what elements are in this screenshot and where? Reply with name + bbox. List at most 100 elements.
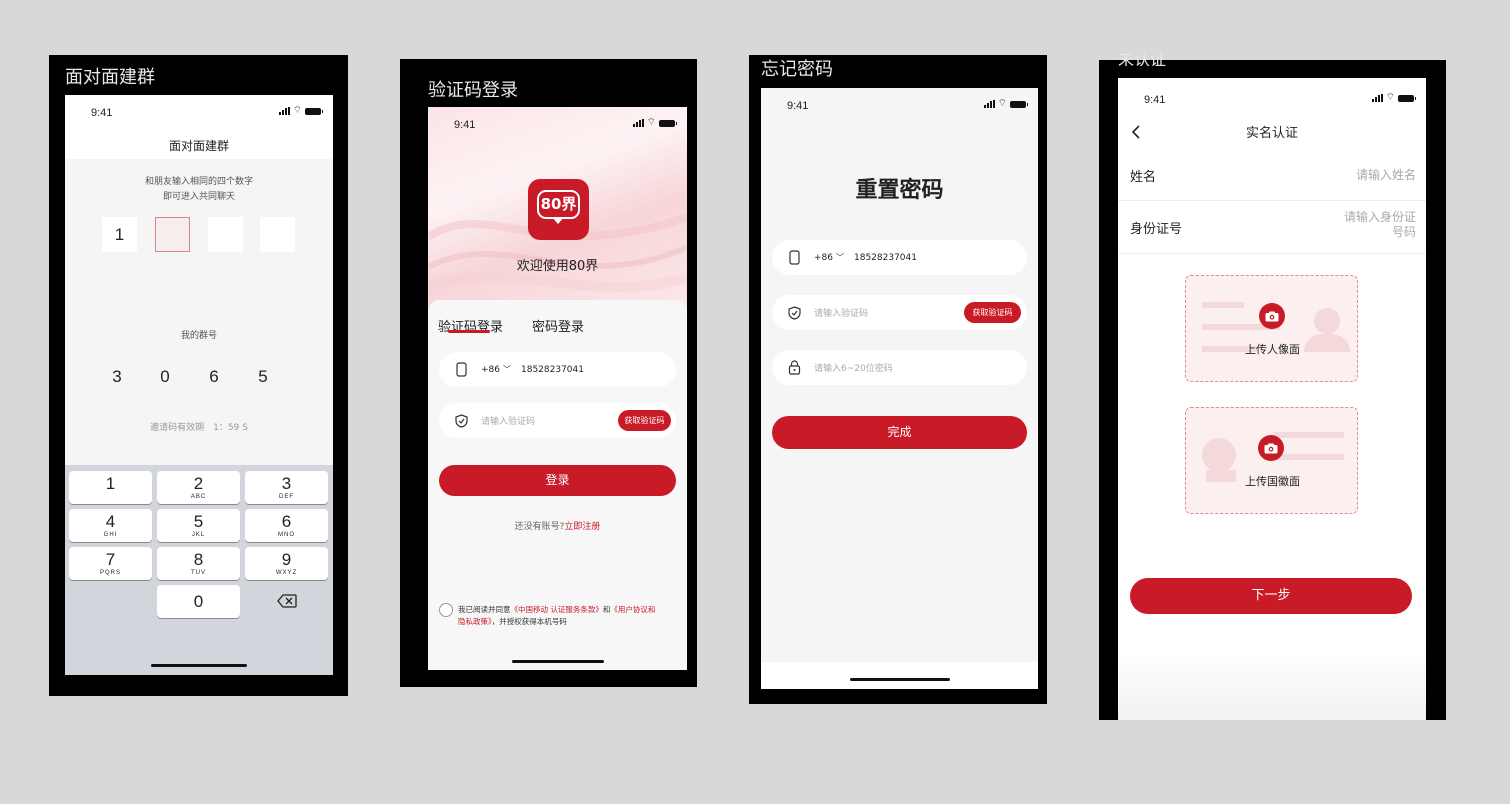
home-indicator <box>151 664 247 667</box>
battery-icon <box>1398 94 1416 102</box>
status-bar: 9:41 ⌔ <box>428 115 687 135</box>
key-4[interactable]: 4 GHI <box>69 509 152 542</box>
key-7[interactable]: 7 PQRS <box>69 547 152 580</box>
chevron-down-icon[interactable]: ﹀ <box>503 364 511 375</box>
privacy-link[interactable]: 《用户协议和 <box>610 605 655 614</box>
page-title: 实名认证 <box>1245 126 1298 141</box>
screen-forgot-password: 9:41 ⌔ 重置密码 +86 ﹀ 18528237041 请输入验证码 获取验… <box>761 88 1038 689</box>
code-box-3[interactable] <box>208 217 243 252</box>
page-title: 面对面建群 <box>168 139 229 153</box>
phone-value: 18528237041 <box>521 364 584 375</box>
frame-title: 忘记密码 <box>761 59 833 80</box>
new-password-field[interactable]: 请输入6~20位密码 <box>772 350 1027 385</box>
divider <box>1118 200 1426 201</box>
home-indicator <box>512 660 604 663</box>
phone-icon <box>453 362 469 378</box>
status-time: 9:41 <box>787 100 809 112</box>
battery-icon <box>305 107 323 115</box>
status-bar: 9:41 ⌔ <box>1118 90 1426 110</box>
upload-emblem-card[interactable]: 上传国徽面 <box>1185 407 1358 514</box>
frame-title: 面对面建群 <box>65 67 155 88</box>
carrier-terms-link[interactable]: 《中国移动 认证服务条款》 <box>511 605 603 614</box>
key-5[interactable]: 5 JKL <box>157 509 240 542</box>
chevron-down-icon[interactable]: ﹀ <box>836 252 844 263</box>
signal-icon <box>632 119 644 127</box>
key-0[interactable]: 0 <box>157 585 240 618</box>
group-digit: 5 <box>258 367 268 386</box>
phone-field[interactable]: +86 ﹀ 18528237041 <box>439 352 676 387</box>
frame-unverified: 未认证 9:41 ⌔ 实名认证 姓名 请输入姓名 身份证号 请输入身份证号码 <box>1099 54 1446 720</box>
password-placeholder: 请输入6~20位密码 <box>814 364 893 374</box>
get-code-button[interactable]: 获取验证码 <box>618 410 671 431</box>
phone-field[interactable]: +86 ﹀ 18528237041 <box>772 240 1027 275</box>
status-time: 9:41 <box>1144 94 1166 106</box>
logo-text: 80界 <box>540 195 577 213</box>
upload-emblem-label: 上传国徽面 <box>1245 475 1300 488</box>
hint-line-2: 即可进入共同聊天 <box>162 192 235 202</box>
code-placeholder: 请输入验证码 <box>481 417 536 427</box>
battery-icon <box>659 119 677 127</box>
id-label: 身份证号 <box>1130 222 1183 237</box>
wifi-icon: ⌔ <box>1385 92 1395 103</box>
key-2[interactable]: 2 ABC <box>157 471 240 504</box>
divider <box>1118 253 1426 254</box>
name-input[interactable]: 请输入姓名 <box>1356 166 1416 183</box>
validity-text: 邀请码有效期 1：59 S <box>150 423 248 433</box>
shield-icon <box>786 305 802 321</box>
code-placeholder: 请输入验证码 <box>814 309 869 319</box>
phone-value: 18528237041 <box>854 252 917 263</box>
register-link[interactable]: 立即注册 <box>564 522 600 532</box>
backspace-icon[interactable] <box>277 593 297 608</box>
page-heading: 重置密码 <box>855 178 944 203</box>
key-3[interactable]: 3 DEF <box>245 471 328 504</box>
next-step-button[interactable]: 下一步 <box>1130 578 1412 614</box>
tab-active-indicator <box>448 330 490 333</box>
group-digit: 3 <box>112 367 122 386</box>
tab-password-login[interactable]: 密码登录 <box>532 316 584 335</box>
frame-forgot-password: 忘记密码 9:41 ⌔ 重置密码 +86 ﹀ 18528237041 请输入验证… <box>749 55 1047 704</box>
country-code[interactable]: +86 <box>481 365 500 375</box>
login-button[interactable]: 登录 <box>439 465 676 496</box>
upload-portrait-card[interactable]: 上传人像面 <box>1185 275 1358 382</box>
key-6[interactable]: 6 MNO <box>245 509 328 542</box>
status-time: 9:41 <box>91 107 113 119</box>
status-time: 9:41 <box>454 119 476 131</box>
signal-icon <box>278 107 290 115</box>
battery-icon <box>1010 100 1028 108</box>
key-1[interactable]: 1 <box>69 471 152 504</box>
group-digit: 0 <box>160 367 170 386</box>
screen-face-to-face: 9:41 ⌔ 面对面建群 和朋友输入相同的四个数字 即可进入共同聊天 1 我的群… <box>65 95 333 675</box>
done-button[interactable]: 完成 <box>772 416 1027 449</box>
upload-portrait-label: 上传人像面 <box>1245 343 1300 356</box>
wifi-icon: ⌔ <box>997 98 1007 109</box>
wifi-icon: ⌔ <box>292 105 302 116</box>
camera-icon <box>1258 435 1284 461</box>
key-9[interactable]: 9 WXYZ <box>245 547 328 580</box>
group-digit: 6 <box>209 367 219 386</box>
code-box-2[interactable] <box>155 217 190 252</box>
frame-title: 未认证 <box>1118 54 1167 66</box>
signal-icon <box>1371 94 1383 102</box>
status-bar: 9:41 ⌔ <box>65 103 333 123</box>
numeric-keypad: 1 2 ABC 3 DEF 4 GHI 5 JKL 6 MNO 7 PQRS 8 TUV 9W… <box>65 465 333 675</box>
frame-sms-login: 验证码登录 9:41 ⌔ 80界 欢迎使用80界 验证码登录 密码登录 +86 … <box>400 59 697 687</box>
shield-icon <box>453 413 469 429</box>
agreement-text: 我已阅读并同意《中国移动 认证服务条款》和《用户协议和 隐私政策》，并授权获得本机… <box>458 605 656 626</box>
screen-real-name-auth: 9:41 ⌔ 实名认证 姓名 请输入姓名 身份证号 请输入身份证 号码 上传人像… <box>1118 78 1426 720</box>
id-number-input[interactable]: 请输入身份证 号码 <box>1344 210 1416 240</box>
code-box-4[interactable] <box>260 217 295 252</box>
hint-line-1: 和朋友输入相同的四个数字 <box>144 177 253 187</box>
country-code[interactable]: +86 <box>814 253 833 263</box>
get-code-button[interactable]: 获取验证码 <box>964 302 1021 323</box>
lock-icon <box>786 360 802 376</box>
signal-icon <box>983 100 995 108</box>
privacy-link-cont[interactable]: 隐私政策》 <box>458 617 492 626</box>
home-indicator <box>850 678 950 681</box>
key-8[interactable]: 8 TUV <box>157 547 240 580</box>
name-label: 姓名 <box>1130 170 1157 185</box>
wifi-icon: ⌔ <box>646 117 656 128</box>
frame-face-to-face: 面对面建群 9:41 ⌔ 面对面建群 和朋友输入相同的四个数字 即可进入共同聊天… <box>49 55 348 696</box>
status-bar: 9:41 ⌔ <box>761 96 1038 116</box>
agree-checkbox[interactable] <box>439 603 453 617</box>
code-box-1[interactable]: 1 <box>102 217 137 252</box>
